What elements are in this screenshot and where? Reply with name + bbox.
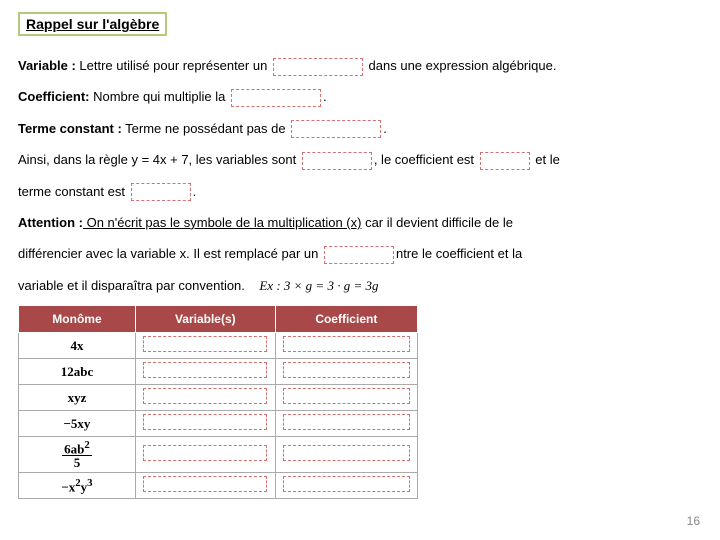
blank-box xyxy=(283,476,410,492)
variable-text2: dans une expression algébrique. xyxy=(365,58,557,73)
attention-line3: variable et il disparaîtra par conventio… xyxy=(18,274,702,297)
variable-cell xyxy=(135,473,275,499)
attention-text1: On n'écrit pas le symbole de la multipli… xyxy=(83,215,361,230)
def-coefficient: Coefficient: Nombre qui multiplie la . xyxy=(18,85,702,108)
example-text4: terme constant est xyxy=(18,184,129,199)
table-row: −x2y3 xyxy=(19,473,418,499)
blank-box xyxy=(143,336,267,352)
th-variables: Variable(s) xyxy=(135,306,275,333)
blank-box xyxy=(143,445,267,461)
const-text: Terme ne possédant pas de xyxy=(122,121,289,136)
example-text1: Ainsi, dans la règle y = 4x + 7, les var… xyxy=(18,152,300,167)
th-monome: Monôme xyxy=(19,306,136,333)
attention-line2a: différencier avec la variable x. Il est … xyxy=(18,246,322,261)
variable-label: Variable : xyxy=(18,58,76,73)
blank-box xyxy=(283,336,410,352)
blank-box xyxy=(324,246,394,264)
variable-cell xyxy=(135,333,275,359)
attention-line2: différencier avec la variable x. Il est … xyxy=(18,242,702,265)
attention-line2b: ntre le coefficient et la xyxy=(396,246,522,261)
variable-cell xyxy=(135,411,275,437)
monome-cell: 6ab25 xyxy=(19,437,136,473)
monome-table: Monôme Variable(s) Coefficient 4x12abcxy… xyxy=(18,305,418,499)
example-text2: , le coefficient est xyxy=(374,152,478,167)
variable-cell xyxy=(135,359,275,385)
coefficient-cell xyxy=(275,359,417,385)
variable-cell xyxy=(135,385,275,411)
blank-box xyxy=(143,362,267,378)
blank-box xyxy=(283,362,410,378)
blank-box xyxy=(480,152,530,170)
blank-box xyxy=(231,89,321,107)
def-variable: Variable : Lettre utilisé pour représent… xyxy=(18,54,702,77)
blank-box xyxy=(273,58,363,76)
coeff-text: Nombre qui multiplie la xyxy=(90,89,229,104)
def-constant: Terme constant : Terme ne possédant pas … xyxy=(18,117,702,140)
coefficient-cell xyxy=(275,473,417,499)
math-example: Ex : 3 × g = 3 · g = 3g xyxy=(259,278,378,293)
blank-box xyxy=(143,476,267,492)
blank-box xyxy=(143,388,267,404)
th-coefficient: Coefficient xyxy=(275,306,417,333)
example-text3: et le xyxy=(532,152,560,167)
blank-box xyxy=(283,414,410,430)
monome-cell: 12abc xyxy=(19,359,136,385)
monome-cell: xyz xyxy=(19,385,136,411)
example-line2: terme constant est . xyxy=(18,180,702,203)
coefficient-cell xyxy=(275,333,417,359)
monome-cell: −5xy xyxy=(19,411,136,437)
variable-cell xyxy=(135,437,275,473)
example-line1: Ainsi, dans la règle y = 4x + 7, les var… xyxy=(18,148,702,171)
attention-label: Attention : xyxy=(18,215,83,230)
blank-box xyxy=(291,120,381,138)
blank-box xyxy=(131,183,191,201)
table-row: 12abc xyxy=(19,359,418,385)
coeff-label: Coefficient: xyxy=(18,89,90,104)
table-row: 6ab25 xyxy=(19,437,418,473)
table-row: xyz xyxy=(19,385,418,411)
blank-box xyxy=(302,152,372,170)
coefficient-cell xyxy=(275,385,417,411)
blank-box xyxy=(143,414,267,430)
attention-line1: Attention : On n'écrit pas le symbole de… xyxy=(18,211,702,234)
table-row: 4x xyxy=(19,333,418,359)
page-number: 16 xyxy=(687,514,700,528)
section-title: Rappel sur l'algèbre xyxy=(18,12,167,36)
blank-box xyxy=(283,388,410,404)
coefficient-cell xyxy=(275,437,417,473)
monome-cell: 4x xyxy=(19,333,136,359)
const-label: Terme constant : xyxy=(18,121,122,136)
blank-box xyxy=(283,445,410,461)
variable-text1: Lettre utilisé pour représenter un xyxy=(76,58,271,73)
coefficient-cell xyxy=(275,411,417,437)
monome-cell: −x2y3 xyxy=(19,473,136,499)
table-row: −5xy xyxy=(19,411,418,437)
attention-line3-text: variable et il disparaîtra par conventio… xyxy=(18,278,245,293)
attention-text2: car il devient difficile de le xyxy=(361,215,513,230)
